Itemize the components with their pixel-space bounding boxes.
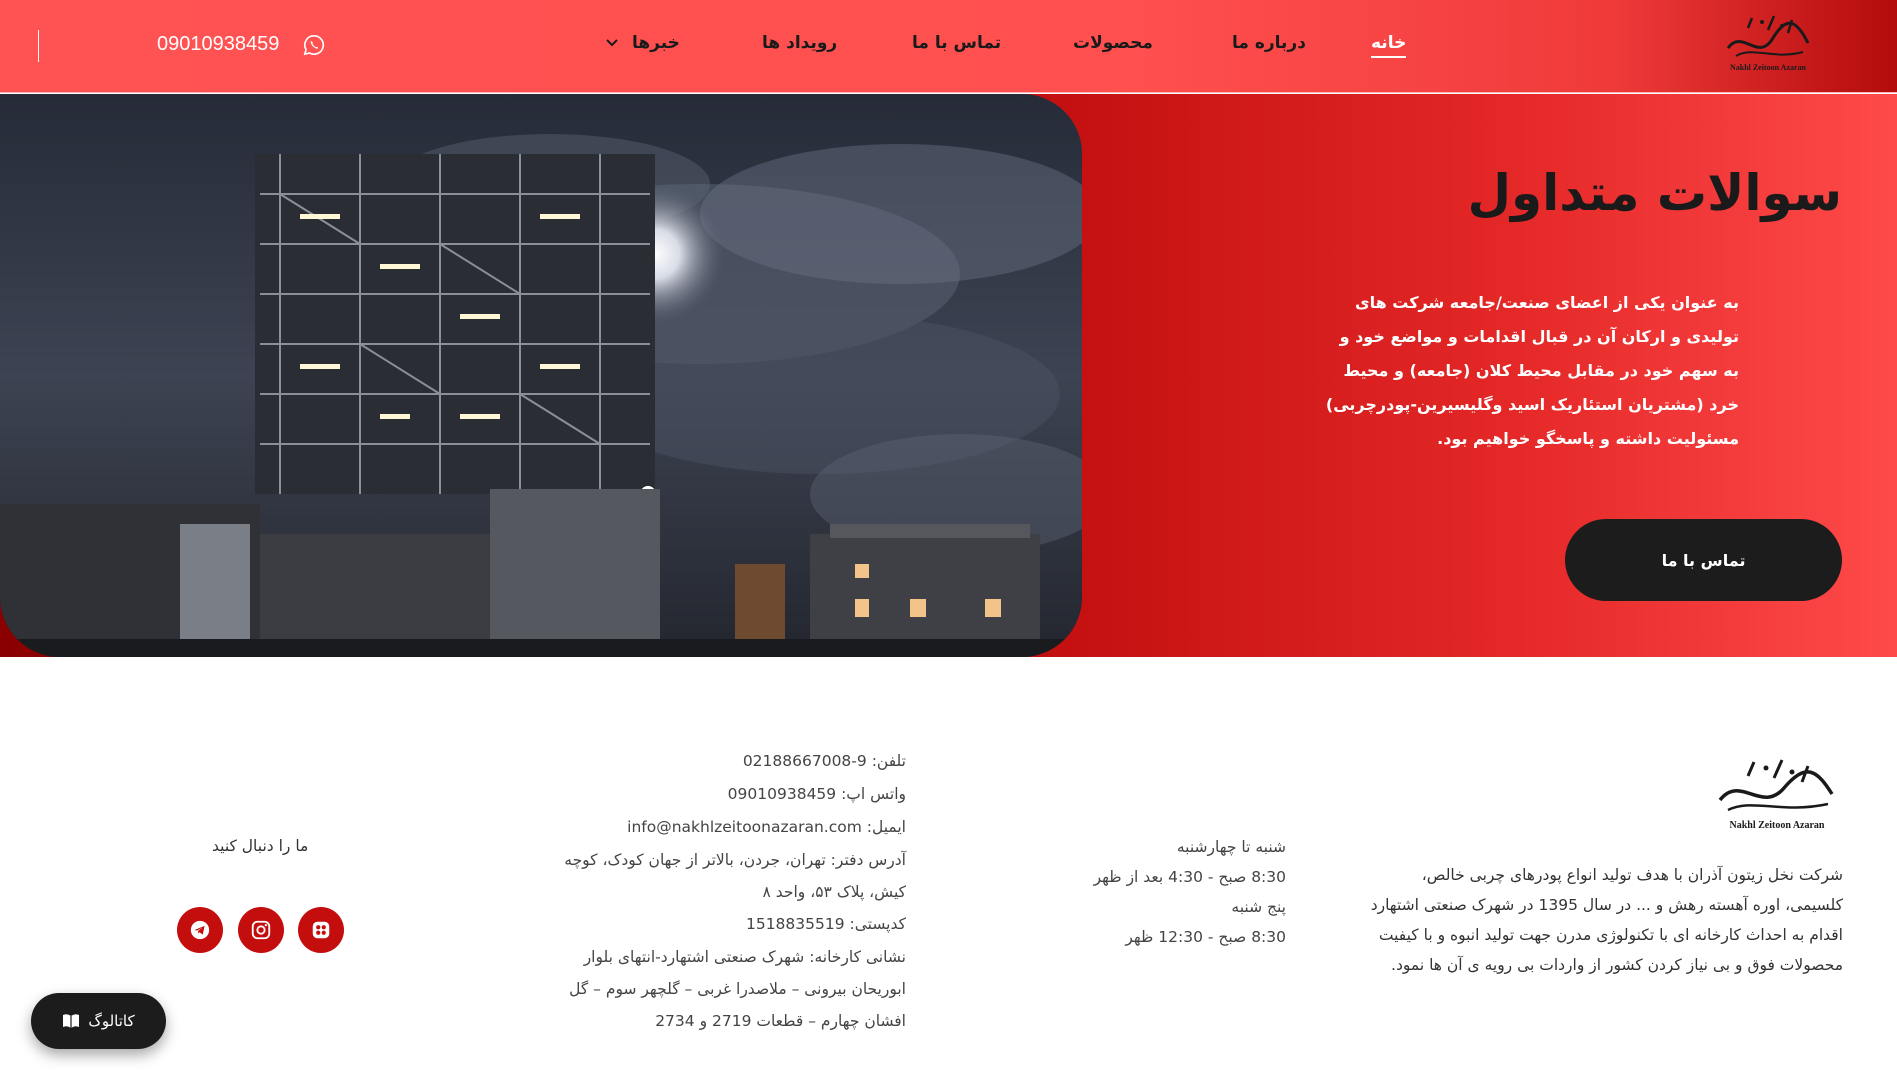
header-divider — [38, 30, 39, 62]
hours-time-1: 8:30 صبح - 4:30 بعد از ظهر — [1093, 868, 1286, 886]
hero-section: سوالات متداول به عنوان یکی از اعضای صنعت… — [0, 94, 1897, 657]
telegram-button[interactable] — [177, 907, 223, 953]
about-company-text: شرکت نخل زیتون آذران با هدف تولید انواع … — [1370, 866, 1843, 974]
factory-night-photo — [0, 94, 1082, 657]
nav-products[interactable]: محصولات — [1073, 33, 1153, 53]
hero-description: به عنوان یکی از اعضای صنعت/جامعه شرکت ها… — [1325, 293, 1739, 448]
nav-home[interactable]: خانه — [1371, 33, 1407, 58]
follow-us-label: ما را دنبال کنید — [212, 837, 309, 855]
contact-email[interactable]: ایمیل: info@nakhlzeitoonazaran.com — [526, 811, 906, 844]
footer-logo-caption: Nakhl Zeitoon Azaran — [1729, 820, 1824, 831]
chevron-down-icon[interactable] — [604, 36, 620, 50]
instagram-button[interactable] — [238, 907, 284, 953]
site-header: Nakhl Zeitoon Azaran خانه درباره ما محصو… — [0, 0, 1897, 93]
hours-days-2: پنج شنبه — [1231, 898, 1286, 916]
working-hours: شنبه تا چهارشنبه 8:30 صبح - 4:30 بعد از … — [1094, 832, 1286, 952]
nav-news[interactable]: خبرها — [632, 33, 680, 53]
factory-address: نشانی کارخانه: شهرک صنعتی اشتهارد-انتهای… — [569, 948, 906, 1030]
office-address: آدرس دفتر: تهران، جردن، بالاتر از جهان ک… — [564, 851, 906, 901]
header-phone[interactable]: 09010938459 — [157, 33, 279, 56]
instagram-icon — [251, 920, 271, 940]
nav-events[interactable]: رویداد ها — [762, 33, 837, 53]
contact-info: تلفن: 9-02188667008 واتس اپ: 09010938459… — [526, 745, 906, 1037]
hours-days-1: شنبه تا چهارشنبه — [1176, 838, 1286, 856]
nav-about[interactable]: درباره ما — [1232, 33, 1306, 53]
aparat-button[interactable] — [298, 907, 344, 953]
footer-logo[interactable]: Nakhl Zeitoon Azaran — [1712, 752, 1842, 832]
whatsapp-icon[interactable] — [303, 34, 325, 56]
book-icon — [63, 1014, 80, 1028]
catalog-button[interactable]: کاتالوگ — [31, 993, 166, 1049]
telegram-icon — [190, 920, 210, 940]
nav-contact[interactable]: تماس با ما — [912, 33, 1001, 53]
contact-whatsapp[interactable]: واتس اپ: 09010938459 — [526, 778, 906, 811]
factory-illustration — [0, 94, 1082, 657]
aparat-icon — [312, 921, 330, 939]
postal-code: کدپستی: 1518835519 — [745, 915, 906, 933]
svg-text:Nakhl Zeitoon Azaran: Nakhl Zeitoon Azaran — [1730, 63, 1807, 72]
hours-time-2: 8:30 صبح - 12:30 ظهر — [1125, 928, 1286, 946]
site-footer: Nakhl Zeitoon Azaran شرکت نخل زیتون آذرا… — [0, 657, 1897, 1079]
contact-phone[interactable]: تلفن: 9-02188667008 — [526, 745, 906, 778]
page-title: سوالات متداول — [1467, 164, 1842, 222]
catalog-label: کاتالوگ — [88, 1012, 135, 1030]
contact-us-button[interactable]: تماس با ما — [1565, 519, 1842, 601]
company-logo[interactable]: Nakhl Zeitoon Azaran — [1718, 8, 1818, 76]
